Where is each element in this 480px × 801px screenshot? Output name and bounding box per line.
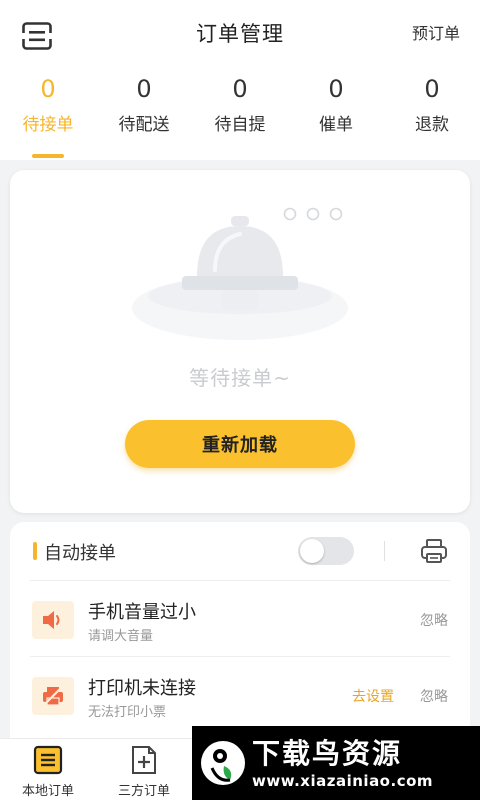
tab-count: 0 (328, 75, 344, 103)
watermark-title: 下载鸟资源 (252, 737, 403, 770)
tab-count: 0 (232, 75, 248, 103)
go-to-settings-button[interactable]: 去设置 (352, 686, 394, 706)
tab-pending-accept[interactable]: 0 待接单 (0, 74, 96, 160)
ignore-button[interactable]: 忽略 (420, 686, 448, 706)
add-document-icon (132, 746, 156, 774)
tab-count: 0 (424, 75, 440, 103)
tab-count: 0 (136, 75, 152, 103)
tab-label: 退款 (415, 115, 449, 135)
page-title: 订单管理 (196, 22, 284, 46)
nav-label: 本地订单 (21, 784, 74, 799)
tab-label: 催单 (319, 115, 353, 135)
tab-reminders[interactable]: 0 催单 (288, 74, 384, 160)
auto-accept-row: 自动接单 (10, 522, 470, 580)
tab-label: 待接单 (22, 115, 74, 135)
empty-state-text: 等待接单~ (189, 366, 291, 390)
alert-subtitle: 无法打印小票 (88, 705, 167, 720)
section-accent-bar (33, 542, 37, 560)
order-status-tabs: 0 待接单 0 待配送 0 待自提 0 催单 0 退款 (0, 74, 480, 160)
tab-pending-delivery[interactable]: 0 待配送 (96, 74, 192, 160)
nav-label: 三方订单 (117, 784, 170, 799)
service-bell-icon (132, 207, 348, 340)
active-tab-indicator (32, 154, 64, 158)
tab-count: 0 (40, 75, 56, 103)
divider (30, 580, 450, 581)
reload-button[interactable]: 重新加载 (125, 420, 355, 468)
alert-title: 打印机未连接 (88, 678, 196, 699)
alert-printer-disconnected: 打印机未连接 无法打印小票 去设置 忽略 (10, 658, 470, 732)
preorder-link[interactable]: 预订单 (412, 20, 460, 44)
nav-local-orders[interactable]: 本地订单 (0, 739, 96, 801)
tab-refunds[interactable]: 0 退款 (384, 74, 480, 160)
alert-title: 手机音量过小 (88, 602, 196, 623)
alert-volume-low: 手机音量过小 请调大音量 忽略 (10, 582, 470, 656)
empty-state-card: 等待接单~ 重新加载 (10, 170, 470, 513)
tab-pending-pickup[interactable]: 0 待自提 (192, 74, 288, 160)
divider (384, 541, 385, 561)
ignore-button[interactable]: 忽略 (420, 610, 448, 630)
auto-accept-toggle[interactable] (298, 537, 354, 565)
bird-logo-icon (201, 741, 245, 785)
nav-third-party-orders[interactable]: 三方订单 (96, 739, 192, 801)
tab-label: 待自提 (214, 115, 266, 135)
alert-subtitle: 请调大音量 (88, 629, 154, 644)
header: 订单管理 预订单 0 待接单 0 待配送 0 待自提 0 催单 0 退款 (0, 0, 480, 160)
watermark-banner: 下载鸟资源 www.xiazainiao.com (192, 726, 480, 800)
toggle-knob (300, 539, 324, 563)
printer-icon[interactable] (420, 537, 448, 565)
speaker-icon (32, 601, 74, 639)
printer-off-icon (32, 677, 74, 715)
auto-accept-label: 自动接单 (44, 543, 116, 564)
tab-label: 待配送 (118, 115, 170, 135)
divider (30, 656, 450, 657)
watermark-url: www.xiazainiao.com (252, 772, 434, 790)
order-list-icon (33, 745, 63, 775)
